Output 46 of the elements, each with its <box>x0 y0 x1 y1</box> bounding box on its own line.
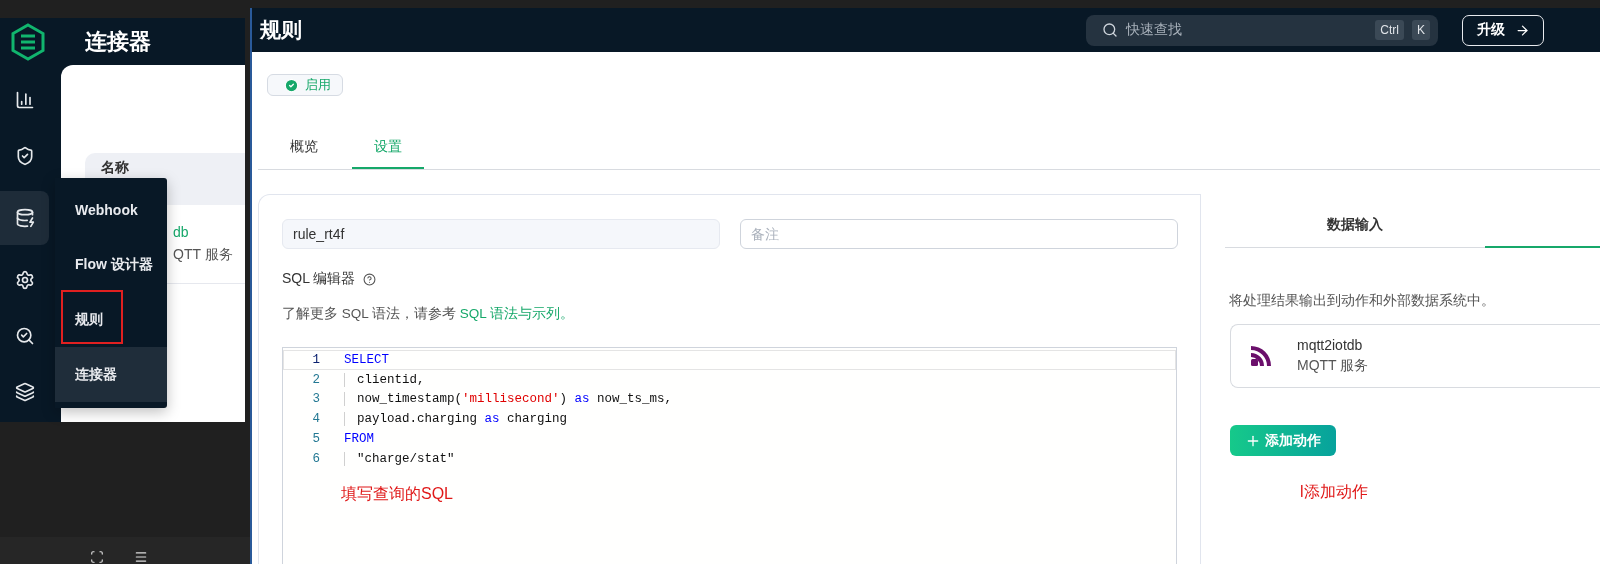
search-icon <box>1102 22 1118 38</box>
code-line: SELECT <box>344 352 389 367</box>
help-icon[interactable] <box>363 272 377 286</box>
shortcut-key: K <box>1412 20 1430 40</box>
action-name: mqtt2iotdb <box>1297 337 1364 353</box>
check-icon <box>284 77 299 93</box>
line-number: 3 <box>311 392 321 407</box>
action-card[interactable]: mqtt2iotdb MQTT 服务 <box>1230 324 1600 388</box>
hexagon-logo-icon <box>9 22 46 61</box>
window-title: 连接器 <box>84 27 152 56</box>
code-line: "charge/stat" <box>344 451 455 466</box>
name-field[interactable]: rule_rt4f <box>282 219 720 249</box>
code-editor[interactable]: 1 SELECT 2 clientid, 3 now_timestamp('millisecond') as now_ts_ms, 4 payload.charging as charging 5 FROM 6 "charge/stat" 填写查询的SQL <box>282 347 1177 564</box>
action-type: MQTT 服务 <box>1297 357 1369 375</box>
code-line: payload.charging as charging <box>344 412 568 427</box>
scan-icon[interactable] <box>90 550 104 564</box>
shortcut-key: Ctrl <box>1375 20 1404 40</box>
sql-editor-label: SQL 编辑器 <box>282 270 356 288</box>
column-header: 名称 <box>101 159 129 177</box>
code-line: now_timestamp('millisecond') as now_ts_ms, <box>344 392 673 407</box>
sql-hint-text: 了解更多 SQL 语法，请参考 SQL 语法与示列。 <box>282 305 576 323</box>
line-number: 1 <box>311 352 321 367</box>
line-number: 2 <box>311 372 321 387</box>
code-line: FROM <box>344 432 374 447</box>
note-field[interactable]: 备注 <box>740 219 1178 249</box>
menu-item[interactable]: 规则 <box>55 292 167 347</box>
signal-waves-icon <box>1249 344 1273 368</box>
line-number: 5 <box>311 432 321 447</box>
upgrade-button[interactable]: 升级 <box>1462 14 1544 46</box>
code-line: clientid, <box>344 372 425 387</box>
menu-item[interactable]: Webhook <box>55 182 167 237</box>
table-cell-text: QTT 服务 <box>173 246 234 264</box>
line-number: 4 <box>311 412 321 427</box>
menu-icon[interactable] <box>134 550 148 564</box>
database-icon[interactable] <box>0 191 49 245</box>
tab[interactable]: 概览 <box>268 126 340 169</box>
line-number: 6 <box>311 451 321 466</box>
search-field[interactable]: 快速查找 Ctrl K <box>1086 14 1438 46</box>
menu-item[interactable]: Flow 设计器 <box>55 237 167 292</box>
output-description: 将处理结果输出到动作和外部数据系统中。 <box>1228 292 1496 310</box>
tab[interactable]: 数据输入 <box>1225 216 1485 248</box>
status-label: 启用 <box>305 76 331 94</box>
menu-item[interactable]: 连接器 <box>55 347 167 402</box>
window-title: 规则 <box>260 17 303 43</box>
annotation-text: l添加动作 <box>1300 482 1369 502</box>
annotation-text: 填写查询的SQL <box>341 484 453 504</box>
